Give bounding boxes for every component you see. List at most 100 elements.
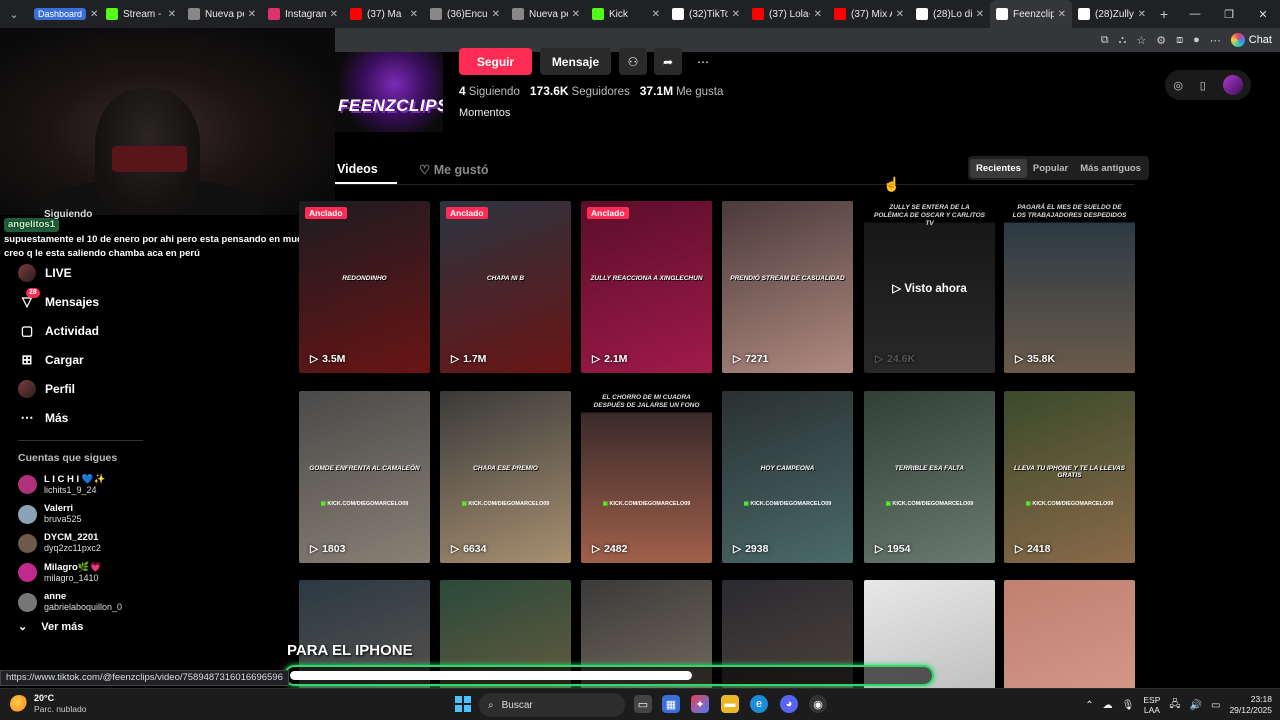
message-button[interactable]: Mensaje xyxy=(540,48,611,75)
tab-search-icon[interactable]: ⌄ xyxy=(0,0,28,28)
tab-close-icon[interactable]: ✕ xyxy=(814,9,822,20)
open-in-app-icon[interactable]: ⧉ xyxy=(1101,34,1109,47)
sidebar-item-live[interactable]: LIVE xyxy=(0,258,150,287)
sort-option[interactable]: Más antiguos xyxy=(1074,159,1147,178)
network-icon[interactable]: 🖧 xyxy=(1169,697,1180,714)
task-view-icon[interactable]: ▭ xyxy=(634,695,652,713)
language-indicator[interactable]: ESP LAA xyxy=(1143,695,1160,715)
favorite-star-icon[interactable]: ☆ xyxy=(1136,34,1146,47)
copilot-chat-button[interactable]: Chat xyxy=(1230,33,1272,47)
tab-close-icon[interactable]: ✕ xyxy=(732,9,740,20)
share-icon[interactable]: ➦ xyxy=(654,48,682,75)
browser-tab[interactable]: Instagram ✕ xyxy=(262,0,344,28)
sort-option[interactable]: Popular xyxy=(1027,159,1074,178)
new-tab-button[interactable]: + xyxy=(1152,6,1176,22)
browser-tab[interactable]: Kick ✕ xyxy=(586,0,666,28)
following-account[interactable]: L I C H I 💙✨ lichits1_9_24 xyxy=(18,470,158,499)
edge-browser-icon[interactable]: e xyxy=(750,695,768,713)
followers-stat[interactable]: 173.6K Seguidores xyxy=(530,84,630,98)
tab-close-icon[interactable]: ✕ xyxy=(1058,9,1066,20)
browser-tab[interactable]: Feenzclips (✕ xyxy=(990,0,1072,28)
browser-tab[interactable]: Dashboard ✕ xyxy=(28,0,100,28)
tab-close-icon[interactable]: ✕ xyxy=(90,9,98,20)
video-card[interactable]: PAGARÁ EL MES DE SUELDO DE LOS TRABAJADO… xyxy=(1004,201,1135,373)
video-card[interactable]: Anclado ZULLY REACCIONA A XINGLECHUN ▷ 2.1M xyxy=(581,201,712,373)
sidebar-item-messages[interactable]: ▽ Mensajes 28 xyxy=(0,287,150,316)
follow-button[interactable]: Seguir xyxy=(459,48,532,75)
sidebar-item-more[interactable]: ⋯ Más xyxy=(0,403,150,432)
browser-tab[interactable]: (28)Zully se ✕ xyxy=(1072,0,1152,28)
video-card[interactable]: LLEVA TU IPHONE Y TE LA LLEVAS GRATIS ▣ K… xyxy=(1004,391,1135,563)
battery-icon[interactable]: ▭ xyxy=(1211,700,1220,711)
video-card[interactable]: Anclado REDONDINHO ▷ 3.5M xyxy=(299,201,430,373)
following-stat[interactable]: 4 Siguiendo xyxy=(459,84,520,98)
more-options-icon[interactable]: ⋯ xyxy=(1210,34,1221,47)
collections-icon[interactable]: ⧈ xyxy=(1176,34,1183,47)
sort-option[interactable]: Recientes xyxy=(970,158,1027,178)
file-explorer-icon[interactable]: ▬ xyxy=(721,695,739,713)
tab-close-icon[interactable]: ✕ xyxy=(572,9,580,20)
weather-widget[interactable]: 20°C Parc. nublado xyxy=(10,693,86,715)
extensions-icon[interactable]: ⚙ xyxy=(1156,34,1166,47)
tab-close-icon[interactable]: ✕ xyxy=(976,9,984,20)
taskbar-search[interactable]: ⌕ Buscar xyxy=(479,693,625,717)
browser-tab[interactable]: (36)Encuentr ✕ xyxy=(424,0,506,28)
profile-avatar-icon[interactable]: ● xyxy=(1193,34,1200,46)
browser-tab[interactable]: (37) Mix Añ ✕ xyxy=(828,0,910,28)
compass-icon[interactable]: ◎ xyxy=(1173,79,1183,92)
copilot-icon xyxy=(1230,33,1245,47)
tab-close-icon[interactable]: ✕ xyxy=(410,9,418,20)
tab-close-icon[interactable]: ✕ xyxy=(168,9,176,20)
restore-icon[interactable]: ❐ xyxy=(1212,0,1246,28)
browser-tab[interactable]: (37) Lola-la ✕ xyxy=(746,0,828,28)
browser-tab[interactable]: Nueva pesta ✕ xyxy=(506,0,586,28)
browser-tab[interactable]: (28)Lo dijo l ✕ xyxy=(910,0,990,28)
video-card[interactable]: PRENDIÓ STREAM DE CASUALIDAD ▷ 7271 xyxy=(722,201,853,373)
add-friend-icon[interactable]: ⚇ xyxy=(619,48,647,75)
tab-videos[interactable]: Videos xyxy=(337,162,378,176)
kick-link-text: KICK.COM/DIEGOMARCELO09 xyxy=(468,501,550,507)
video-card[interactable]: ZULLY SE ENTERA DE LA POLÉMICA DE OSCAR … xyxy=(864,201,995,373)
sidebar-item-profile[interactable]: Perfil xyxy=(0,374,150,403)
browser-tab[interactable]: Stream - Kick ✕ xyxy=(100,0,182,28)
video-card[interactable]: EL CHORRO DE MI CUADRA DESPUÉS DE JALARS… xyxy=(581,391,712,563)
user-avatar[interactable] xyxy=(1222,75,1243,95)
translate-icon[interactable]: ⛬ xyxy=(1119,34,1127,47)
video-card[interactable]: GOMDE ENFRENTA AL CAMALEÓN ▣ KICK.COM/DIE… xyxy=(299,391,430,563)
video-card[interactable]: Anclado CHAPA NI B ▷ 1.7M xyxy=(440,201,571,373)
video-card[interactable]: HOY CAMPEONA ▣ KICK.COM/DIEGOMARCELO09 ▷ 29… xyxy=(722,391,853,563)
browser-tab[interactable]: (32)TikTok ✕ xyxy=(666,0,746,28)
more-actions-icon[interactable]: ⋯ xyxy=(689,48,717,75)
tab-close-icon[interactable]: ✕ xyxy=(896,9,904,20)
sidebar-item-activity[interactable]: ▢ Actividad xyxy=(0,316,150,345)
see-more-button[interactable]: ⌄ Ver más xyxy=(18,620,83,634)
tab-close-icon[interactable]: ✕ xyxy=(330,9,338,20)
close-window-icon[interactable]: ✕ xyxy=(1246,0,1280,28)
browser-tab[interactable]: Nueva pestaña ✕ xyxy=(182,0,262,28)
tab-close-icon[interactable]: ✕ xyxy=(248,9,256,20)
onedrive-icon[interactable]: ☁ xyxy=(1103,700,1113,711)
following-account[interactable]: Valerri bruva525 xyxy=(18,499,158,528)
tab-close-icon[interactable]: ✕ xyxy=(492,9,500,20)
microphone-icon[interactable]: 🎙 xyxy=(1122,700,1135,711)
volume-icon[interactable]: 🔊 xyxy=(1190,700,1202,711)
tab-liked[interactable]: ♡ Me gustó xyxy=(419,162,489,177)
tab-close-icon[interactable]: ✕ xyxy=(1138,9,1146,20)
sidebar-item-upload[interactable]: ⊞ Cargar xyxy=(0,345,150,374)
video-card[interactable]: CHAPA ESE PREMIO ▣ KICK.COM/DIEGOMARCELO0… xyxy=(440,391,571,563)
windows-start-icon[interactable] xyxy=(455,696,471,712)
tab-close-icon[interactable]: ✕ xyxy=(652,9,660,20)
following-account[interactable]: DYCM_2201 dyq2zc11pxc2 xyxy=(18,529,158,558)
video-card[interactable]: TERRIBLE ESA FALTA ▣ KICK.COM/DIEGOMARCEL… xyxy=(864,391,995,563)
obs-icon[interactable]: ◉ xyxy=(809,695,827,713)
store-icon[interactable]: ▦ xyxy=(662,695,680,713)
tray-overflow-icon[interactable]: ⌃ xyxy=(1085,700,1093,711)
minimize-icon[interactable]: — xyxy=(1178,0,1212,28)
browser-tab[interactable]: (37) Ma ✕ xyxy=(344,0,424,28)
device-icon[interactable]: ▯ xyxy=(1200,79,1206,92)
clock[interactable]: 23:18 29/12/2025 xyxy=(1229,694,1272,716)
copilot-taskbar-icon[interactable]: ✦ xyxy=(691,695,709,713)
discord-icon[interactable]: ◕ xyxy=(780,695,798,713)
following-account[interactable]: Milagro🌿💗 milagro_1410 xyxy=(18,558,158,587)
following-account[interactable]: anne gabrielaboquillon_0 xyxy=(18,588,158,617)
